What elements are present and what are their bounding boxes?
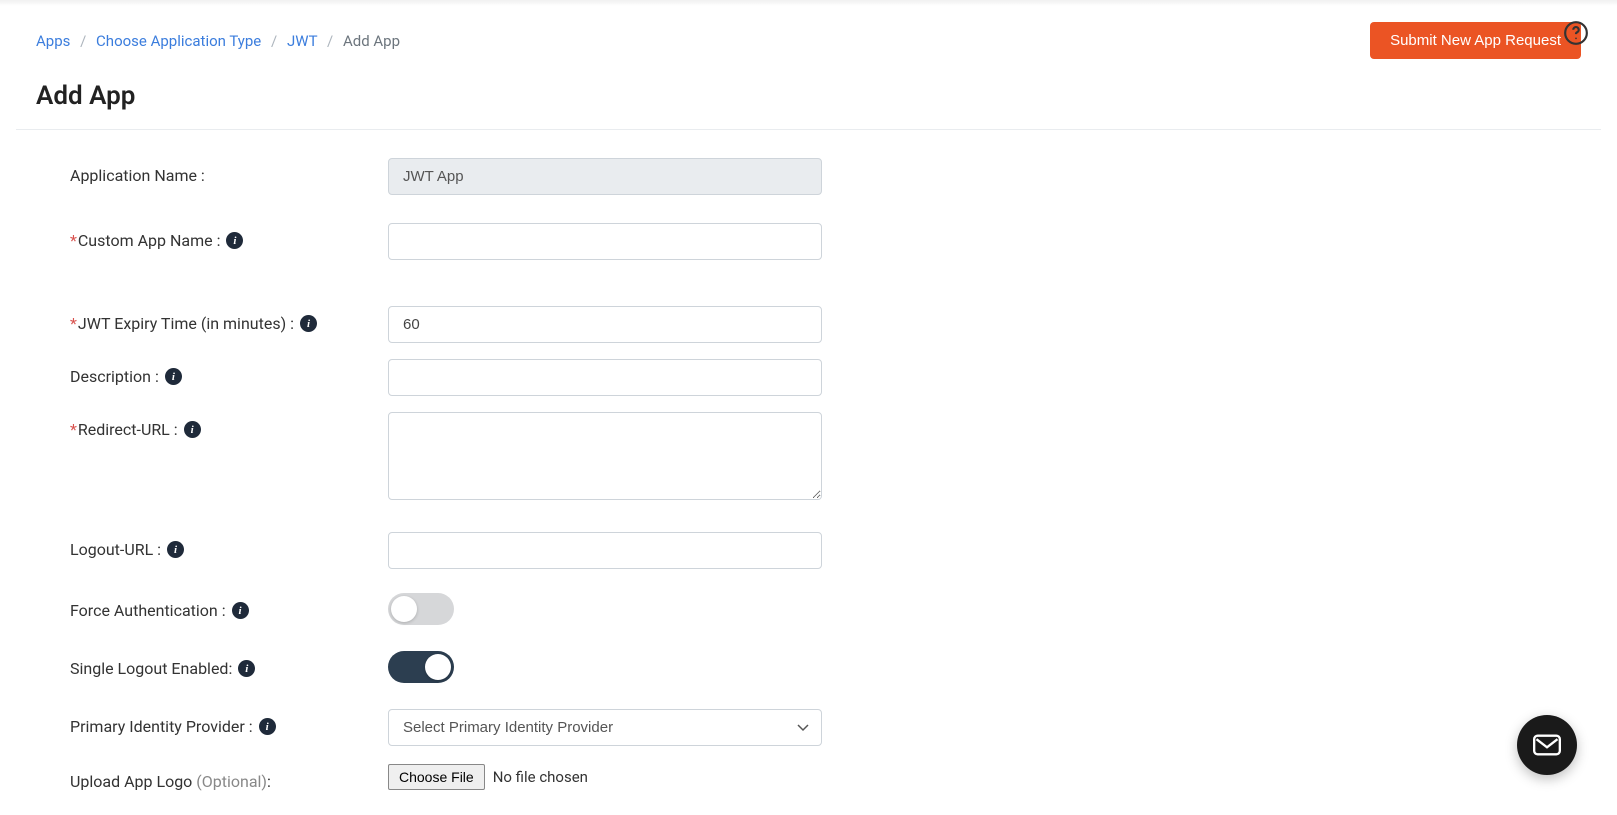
info-icon[interactable]: i [184,421,201,438]
custom-app-name-label: *Custom App Name : i [36,223,388,250]
info-icon[interactable]: i [300,315,317,332]
redirect-url-label: *Redirect-URL : i [36,412,388,439]
breadcrumb: Apps / Choose Application Type / JWT / A… [36,32,400,50]
jwt-expiry-input[interactable] [388,306,822,343]
application-name-input [388,158,822,195]
help-icon[interactable] [1563,20,1589,46]
submit-new-app-button[interactable]: Submit New App Request [1370,22,1581,59]
chat-fab[interactable] [1517,715,1577,775]
choose-file-button[interactable]: Choose File [388,764,485,790]
logout-url-label: Logout-URL : i [36,532,388,559]
description-input[interactable] [388,359,822,396]
description-label: Description : i [36,359,388,386]
primary-idp-select[interactable]: Select Primary Identity Provider [388,709,822,746]
breadcrumb-sep: / [327,32,333,50]
application-name-label: Application Name : [36,158,388,185]
page-title: Add App [0,59,1617,129]
info-icon[interactable]: i [167,541,184,558]
info-icon[interactable]: i [238,660,255,677]
redirect-url-input[interactable] [388,412,822,500]
custom-app-name-input[interactable] [388,223,822,260]
breadcrumb-apps[interactable]: Apps [36,32,70,50]
single-logout-label: Single Logout Enabled: i [36,651,388,678]
breadcrumb-sep: / [80,32,86,50]
breadcrumb-choose-type[interactable]: Choose Application Type [96,32,261,50]
upload-logo-label: Upload App Logo (Optional): [36,764,388,791]
info-icon[interactable]: i [226,232,243,249]
info-icon[interactable]: i [165,368,182,385]
jwt-expiry-label: *JWT Expiry Time (in minutes) : i [36,306,388,333]
logout-url-input[interactable] [388,532,822,569]
info-icon[interactable]: i [232,602,249,619]
force-auth-label: Force Authentication : i [36,593,388,620]
breadcrumb-sep: / [271,32,277,50]
breadcrumb-jwt[interactable]: JWT [287,32,317,50]
file-status: No file chosen [493,768,588,786]
force-auth-toggle[interactable] [388,593,454,625]
primary-idp-label: Primary Identity Provider : i [36,709,388,736]
info-icon[interactable]: i [259,718,276,735]
divider [16,129,1601,130]
breadcrumb-current: Add App [343,32,400,50]
single-logout-toggle[interactable] [388,651,454,683]
